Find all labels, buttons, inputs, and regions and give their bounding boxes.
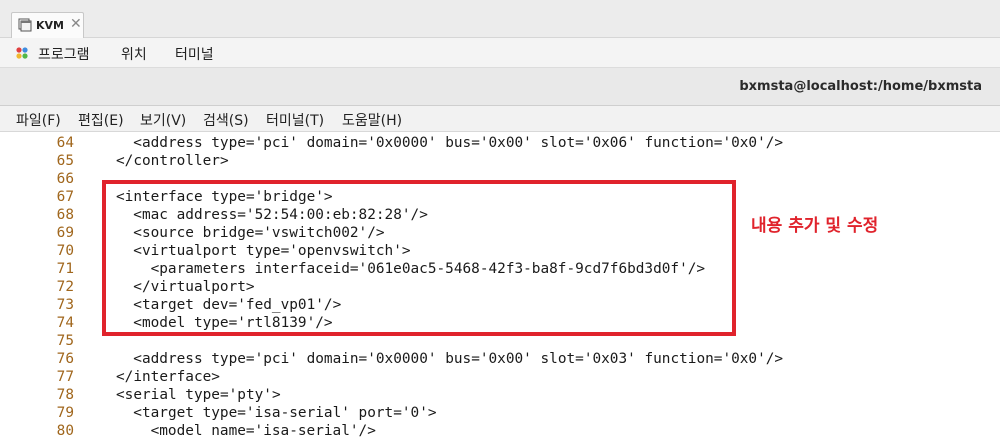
code-text: <address type='pci' domain='0x0000' bus=… (133, 351, 784, 367)
code-line: 79 <target type='isa-serial' port='0'> (0, 404, 1000, 422)
line-number: 74 (56, 315, 74, 331)
line-number: 77 (56, 369, 74, 385)
close-icon[interactable]: ✕ (70, 16, 82, 32)
code-line: 78 <serial type='pty'> (0, 386, 1000, 404)
line-number: 71 (56, 261, 74, 277)
line-number: 72 (56, 279, 74, 295)
window-titlebar: bxmsta@localhost:/home/bxmsta (0, 68, 1000, 106)
code-line: 65 </controller> (0, 152, 1000, 170)
terminal-menu-bar: 파일(F) 편집(E) 보기(V) 검색(S) 터미널(T) 도움말(H) (0, 106, 1000, 132)
line-number: 69 (56, 225, 74, 241)
line-number: 76 (56, 351, 74, 367)
window-title: bxmsta@localhost:/home/bxmsta (739, 79, 982, 94)
code-text: </interface> (116, 369, 220, 385)
menu-file[interactable]: 파일(F) (16, 110, 61, 130)
menu-edit[interactable]: 편집(E) (78, 110, 124, 130)
line-number: 68 (56, 207, 74, 223)
line-number: 70 (56, 243, 74, 259)
line-number: 73 (56, 297, 74, 313)
line-number: 79 (56, 405, 74, 421)
menu-search[interactable]: 검색(S) (203, 110, 249, 130)
tab-kvm[interactable]: KVM ✕ (11, 12, 84, 38)
line-number: 80 (56, 423, 74, 439)
line-number: 75 (56, 333, 74, 349)
code-line: 80 <model name='isa-serial'/> (0, 422, 1000, 440)
code-text: </controller> (116, 153, 229, 169)
line-number: 65 (56, 153, 74, 169)
tab-bar: KVM ✕ (0, 0, 1000, 38)
code-text: <target type='isa-serial' port='0'> (133, 405, 437, 421)
highlight-box (102, 180, 736, 336)
menu-terminal-sub[interactable]: 터미널(T) (266, 110, 324, 130)
code-text: <model name='isa-serial'/> (150, 423, 376, 439)
code-line: 64 <address type='pci' domain='0x0000' bu… (0, 134, 1000, 152)
menu-view[interactable]: 보기(V) (140, 110, 186, 130)
line-number: 66 (56, 171, 74, 187)
tab-label: KVM (36, 19, 64, 32)
programs-icon (16, 47, 28, 59)
line-number: 67 (56, 189, 74, 205)
menu-help[interactable]: 도움말(H) (342, 110, 402, 130)
annotation-text: 내용 추가 및 수정 (751, 216, 879, 236)
code-line: 76 <address type='pci' domain='0x0000' bu… (0, 350, 1000, 368)
app-menu-bar: 프로그램 위치 터미널 (0, 38, 1000, 68)
menu-programs[interactable]: 프로그램 (38, 44, 90, 64)
code-text: <serial type='pty'> (116, 387, 281, 403)
line-number: 64 (56, 135, 74, 151)
line-number: 78 (56, 387, 74, 403)
terminal-tab-icon (18, 18, 32, 32)
code-line: 77 </interface> (0, 368, 1000, 386)
menu-terminal[interactable]: 터미널 (175, 44, 214, 64)
menu-places[interactable]: 위치 (121, 44, 147, 64)
code-text: <address type='pci' domain='0x0000' bus=… (133, 135, 784, 151)
